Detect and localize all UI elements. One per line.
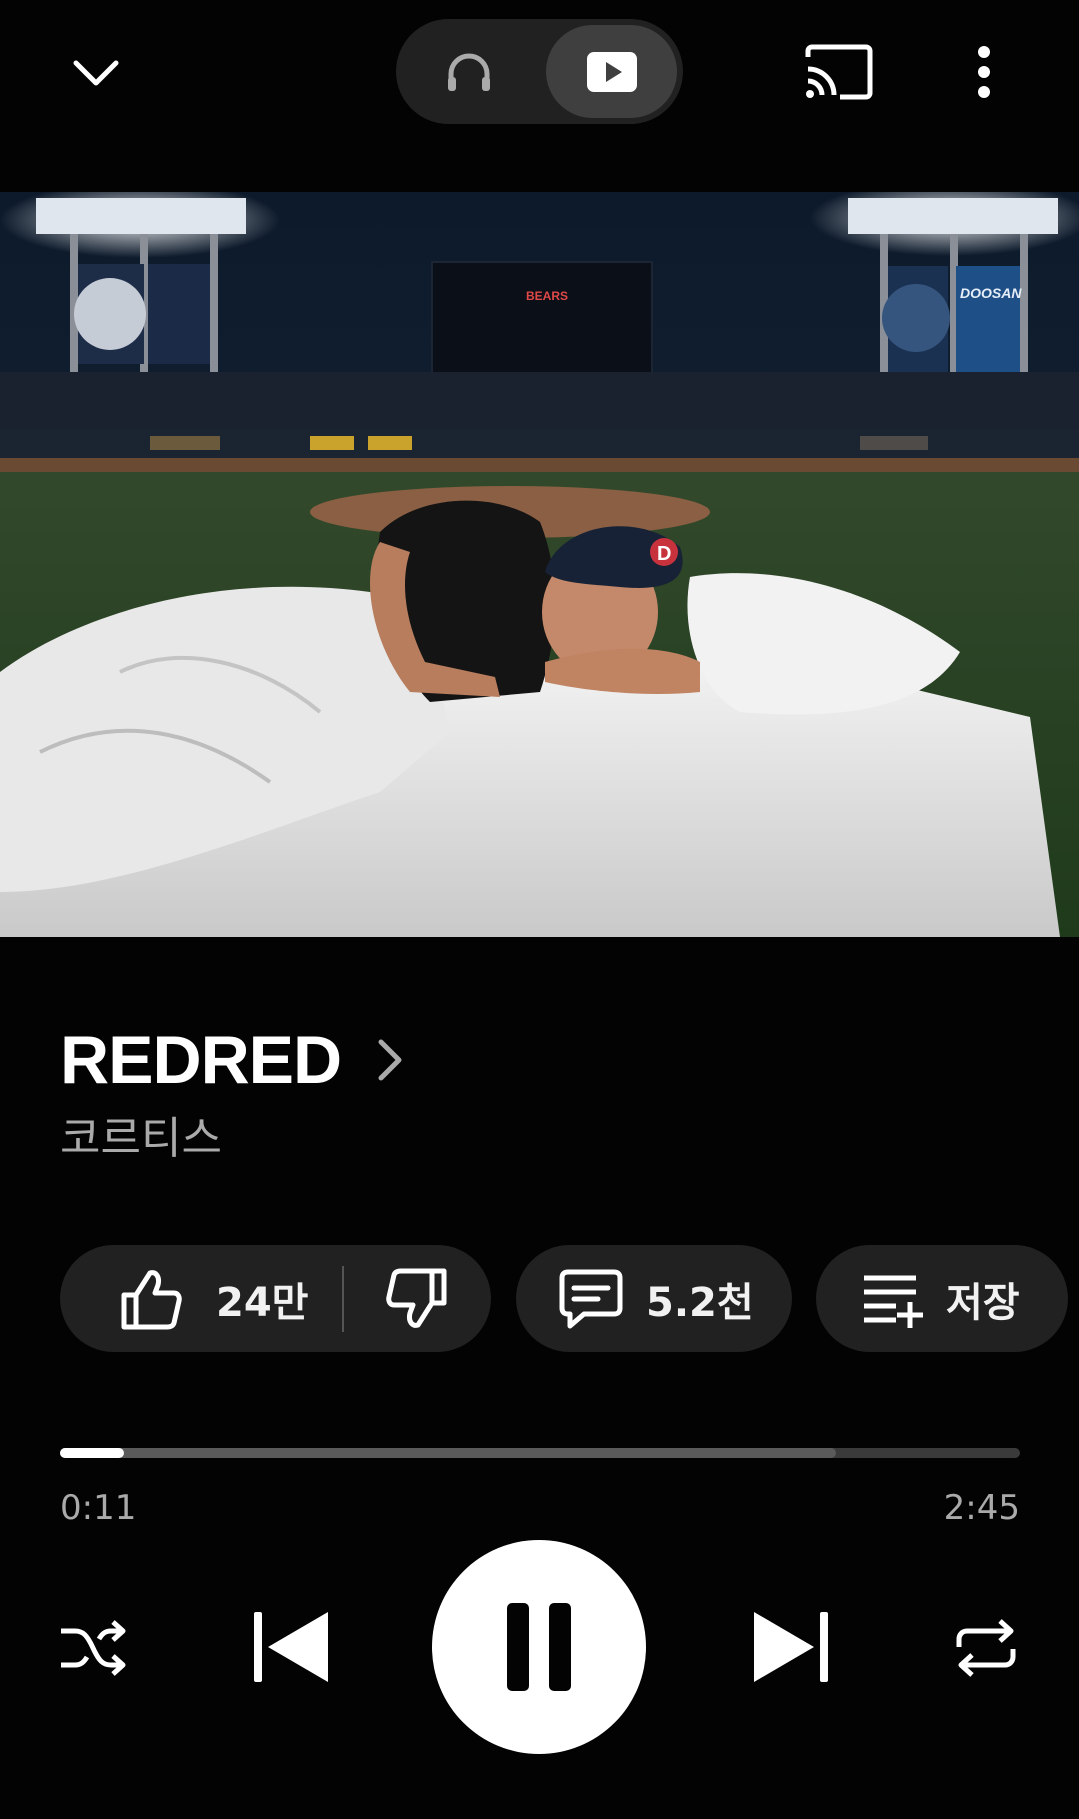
video-mode-button[interactable] bbox=[546, 25, 677, 118]
play-pause-button[interactable] bbox=[432, 1540, 646, 1754]
cast-icon bbox=[805, 44, 873, 100]
cast-button[interactable] bbox=[798, 36, 880, 108]
title-row[interactable]: REDRED bbox=[60, 1020, 415, 1100]
skip-next-icon bbox=[754, 1612, 828, 1682]
playlist-add-icon bbox=[864, 1275, 923, 1328]
audio-video-switch bbox=[396, 19, 683, 124]
artist-name[interactable]: 코르티스 bbox=[60, 1112, 222, 1166]
chevron-down-icon bbox=[73, 60, 119, 86]
dislike-button[interactable] bbox=[344, 1245, 490, 1352]
audio-mode-button[interactable] bbox=[396, 19, 541, 124]
skip-previous-icon bbox=[254, 1612, 328, 1682]
repeat-icon bbox=[956, 1619, 1016, 1677]
shuffle-button[interactable] bbox=[56, 1610, 132, 1686]
stadium-bed-photo: DOOSAN BEARS D bbox=[0, 192, 1079, 937]
next-track-button[interactable] bbox=[742, 1600, 842, 1694]
thumbs-down-icon bbox=[386, 1268, 447, 1328]
total-time: 2:45 bbox=[943, 1488, 1020, 1528]
save-to-playlist-button[interactable]: 저장 bbox=[816, 1245, 1068, 1352]
song-title[interactable]: REDRED bbox=[60, 1020, 342, 1100]
previous-track-button[interactable] bbox=[240, 1600, 340, 1694]
comment-count: 5.2천 bbox=[646, 1279, 754, 1326]
headphones-icon bbox=[447, 53, 490, 91]
thumbs-up-icon bbox=[121, 1269, 182, 1329]
like-dislike-group: 24만 bbox=[60, 1245, 491, 1352]
shuffle-icon bbox=[61, 1620, 126, 1676]
progress-buffered bbox=[60, 1448, 836, 1458]
progress-bar[interactable] bbox=[60, 1448, 1020, 1458]
cap-logo-text: D bbox=[657, 543, 671, 565]
more-vert-icon bbox=[978, 46, 990, 98]
like-count: 24만 bbox=[216, 1279, 309, 1326]
progress-played bbox=[60, 1448, 125, 1458]
more-options-button[interactable] bbox=[956, 36, 1012, 108]
chevron-right-icon bbox=[375, 1035, 415, 1085]
repeat-button[interactable] bbox=[948, 1610, 1024, 1686]
save-label: 저장 bbox=[946, 1279, 1020, 1326]
like-button[interactable]: 24만 bbox=[60, 1245, 342, 1352]
scoreboard-text: BEARS bbox=[526, 289, 568, 303]
album-artwork[interactable]: DOOSAN BEARS D bbox=[0, 192, 1079, 937]
pause-icon bbox=[507, 1603, 571, 1691]
current-time: 0:11 bbox=[60, 1488, 137, 1528]
comments-button[interactable]: 5.2천 bbox=[516, 1245, 792, 1352]
collapse-button[interactable] bbox=[60, 38, 132, 110]
brand-sign-text: DOOSAN bbox=[960, 285, 1022, 301]
play-box-icon bbox=[586, 51, 637, 92]
comment-icon bbox=[559, 1269, 623, 1328]
